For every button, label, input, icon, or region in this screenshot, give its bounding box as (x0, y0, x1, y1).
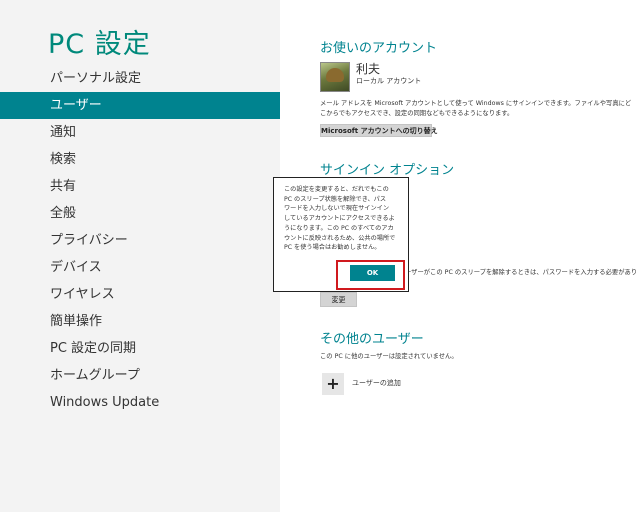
tortoise-icon (326, 68, 344, 82)
nav-item-users[interactable]: ユーザー (0, 92, 280, 119)
dialog-message-line: PC のスリープ状態を解除でき、パス (284, 195, 387, 203)
nav-item-wireless[interactable]: ワイヤレス (0, 281, 280, 308)
your-account-heading: お使いのアカウント (320, 41, 438, 56)
other-users-heading: その他のユーザー (320, 332, 424, 347)
ok-button[interactable]: OK (350, 265, 395, 281)
password-required-text: ーザーがこの PC のスリープを解除するときは、パスワードを入力する必要があり (405, 269, 638, 276)
change-button[interactable]: 変更 (320, 292, 357, 307)
account-description-line1: メール アドレスを Microsoft アカウントとして使って Windows … (320, 100, 632, 107)
user-name: 利夫 (356, 62, 381, 76)
dialog-message-line: しているアカウントにアクセスできるよ (284, 215, 395, 223)
nav-item-windows-update[interactable]: Windows Update (0, 389, 280, 416)
no-other-users-text: この PC に他のユーザーは設定されていません。 (320, 353, 458, 360)
dialog-message: この設定を変更すると、だれでもこの PC のスリープ状態を解除でき、パス ワード… (284, 185, 402, 253)
account-description-line2: こからでもアクセスでき、設定の同期などもできるようになります。 (320, 110, 514, 117)
nav-item-share[interactable]: 共有 (0, 173, 280, 200)
dialog-message-line: PC を使う場合はお勧めしません。 (284, 244, 381, 252)
nav-item-personalize[interactable]: パーソナル設定 (0, 65, 280, 92)
nav-item-general[interactable]: 全般 (0, 200, 280, 227)
settings-nav-pane: PC 設定 パーソナル設定 ユーザー 通知 検索 共有 全般 プライバシー デバ… (0, 0, 280, 512)
dialog-message-line: ウントに反映されるため、公共の場所で (284, 234, 396, 242)
dialog-message-line: うになります。この PC のすべてのアカ (284, 224, 394, 232)
nav-item-privacy[interactable]: プライバシー (0, 227, 280, 254)
nav-item-devices[interactable]: デバイス (0, 254, 280, 281)
nav-item-homegroup[interactable]: ホームグループ (0, 362, 280, 389)
account-type-label: ローカル アカウント (356, 77, 422, 85)
nav-item-sync[interactable]: PC 設定の同期 (0, 335, 280, 362)
nav-item-notifications[interactable]: 通知 (0, 119, 280, 146)
signin-options-heading: サインイン オプション (320, 163, 455, 178)
settings-nav-list: パーソナル設定 ユーザー 通知 検索 共有 全般 プライバシー デバイス ワイヤ… (0, 65, 280, 416)
add-user-label[interactable]: ユーザーの追加 (352, 378, 401, 388)
dialog-message-line: ワードを入力しないで現在サインイン (284, 205, 390, 213)
page-title: PC 設定 (48, 29, 151, 60)
add-user-icon[interactable]: + (322, 373, 344, 395)
dialog-message-line: この設定を変更すると、だれでもこの (284, 186, 389, 193)
switch-to-microsoft-account-button[interactable]: Microsoft アカウントへの切り替え (320, 124, 438, 137)
nav-item-ease-of-access[interactable]: 簡単操作 (0, 308, 280, 335)
nav-item-search[interactable]: 検索 (0, 146, 280, 173)
user-avatar (320, 62, 350, 92)
